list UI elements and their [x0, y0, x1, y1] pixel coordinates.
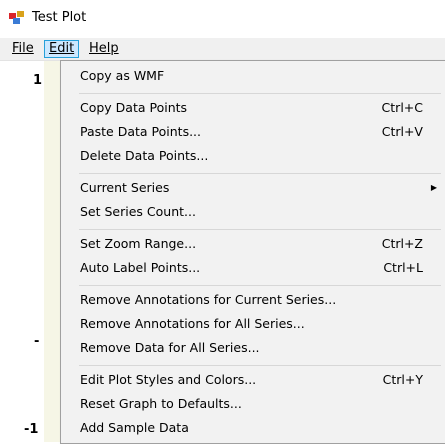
menu-item-shortcut: Ctrl+C: [381, 100, 423, 115]
menu-item-shortcut: Ctrl+V: [381, 124, 423, 139]
menu-help-label: Help: [89, 41, 119, 56]
submenu-arrow-icon: ▶: [430, 183, 437, 192]
menu-item-copy-wmf[interactable]: Copy as WMF: [61, 65, 445, 87]
title-bar: Test Plot: [0, 0, 445, 38]
menu-item-label: Copy Data Points: [80, 100, 188, 115]
menu-bar: File Edit Help: [0, 38, 445, 61]
menu-item-remove-annotations-current[interactable]: Remove Annotations for Current Series...: [61, 289, 445, 311]
menu-item-remove-data-all[interactable]: Remove Data for All Series...: [61, 337, 445, 359]
menu-item-shortcut: Ctrl+L: [383, 260, 423, 275]
menu-item-remove-annotations-all[interactable]: Remove Annotations for All Series...: [61, 313, 445, 335]
menu-item-add-sample-data[interactable]: Add Sample Data: [61, 417, 445, 439]
menu-edit[interactable]: Edit: [44, 40, 80, 58]
menu-item-set-zoom-range[interactable]: Set Zoom Range... Ctrl+Z: [61, 233, 445, 255]
menu-help[interactable]: Help: [85, 40, 123, 58]
menu-separator: [79, 93, 441, 94]
menu-separator: [79, 285, 441, 286]
menu-item-shortcut: Ctrl+Y: [382, 372, 423, 387]
menu-item-label: Remove Data for All Series...: [80, 340, 260, 355]
menu-edit-label: Edit: [49, 41, 75, 56]
y-tick-top: 1: [33, 73, 43, 88]
menu-file-label: File: [12, 41, 34, 56]
menu-item-shortcut: Ctrl+Z: [381, 236, 423, 251]
menu-separator: [79, 173, 441, 174]
menu-item-label: Set Zoom Range...: [80, 236, 197, 251]
menu-item-current-series[interactable]: Current Series ▶: [61, 177, 445, 199]
window-title: Test Plot: [32, 10, 87, 25]
menu-item-label: Auto Label Points...: [80, 260, 201, 275]
menu-item-reset-graph[interactable]: Reset Graph to Defaults...: [61, 393, 445, 415]
menu-item-label: Current Series: [80, 180, 170, 195]
menu-item-label: Set Series Count...: [80, 204, 196, 219]
menu-item-label: Remove Annotations for All Series...: [80, 316, 305, 331]
menu-item-copy-data-points[interactable]: Copy Data Points Ctrl+C: [61, 97, 445, 119]
menu-item-paste-data-points[interactable]: Paste Data Points... Ctrl+V: [61, 121, 445, 143]
app-icon[interactable]: [8, 11, 26, 25]
edit-dropdown-menu: Copy as WMF Copy Data Points Ctrl+C Past…: [60, 60, 445, 444]
y-tick-mid: -: [34, 334, 40, 349]
menu-item-label: Edit Plot Styles and Colors...: [80, 372, 257, 387]
menu-separator: [79, 365, 441, 366]
menu-item-edit-plot-styles[interactable]: Edit Plot Styles and Colors... Ctrl+Y: [61, 369, 445, 391]
menu-item-auto-label-points[interactable]: Auto Label Points... Ctrl+L: [61, 257, 445, 279]
menu-item-label: Add Sample Data: [80, 420, 189, 435]
menu-file[interactable]: File: [8, 40, 38, 58]
menu-item-label: Paste Data Points...: [80, 124, 202, 139]
menu-item-set-series-count[interactable]: Set Series Count...: [61, 201, 445, 223]
menu-separator: [79, 229, 441, 230]
menu-item-label: Delete Data Points...: [80, 148, 209, 163]
y-tick-bottom: -1: [24, 422, 39, 437]
menu-item-label: Remove Annotations for Current Series...: [80, 292, 337, 307]
menu-item-label: Copy as WMF: [80, 68, 165, 83]
menu-item-label: Reset Graph to Defaults...: [80, 396, 242, 411]
menu-item-delete-data-points[interactable]: Delete Data Points...: [61, 145, 445, 167]
